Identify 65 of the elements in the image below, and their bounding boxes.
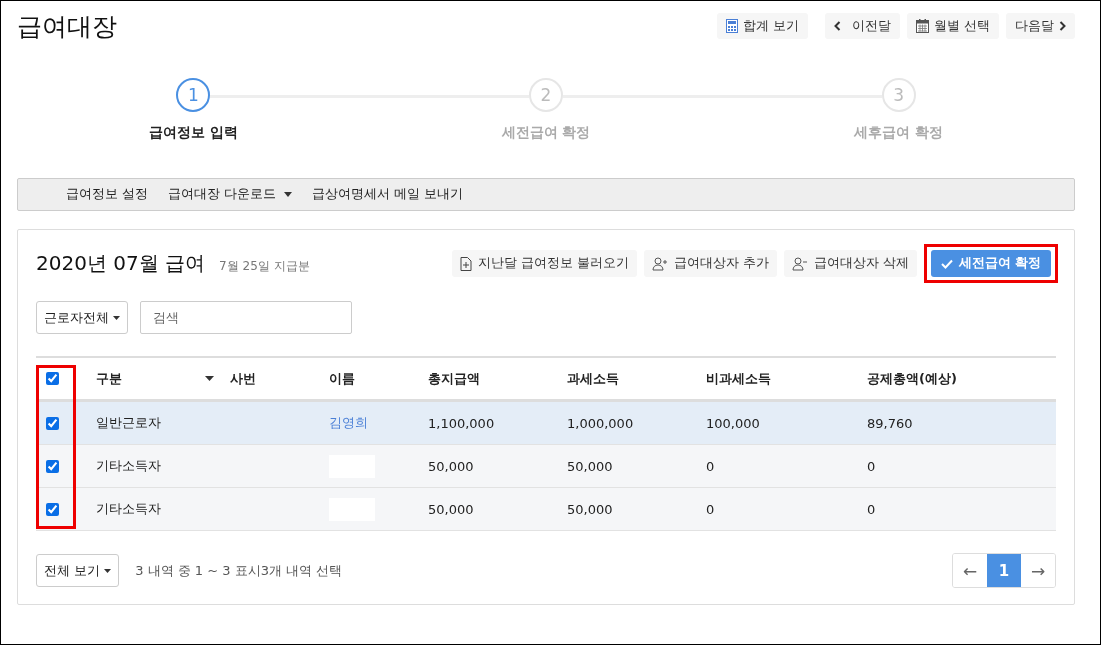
- table-row[interactable]: 기타소득자 50,000 50,000 0 0: [36, 488, 1056, 531]
- table-row[interactable]: 일반근로자 김영희 1,100,000 1,000,000 100,000 89,760: [36, 402, 1056, 445]
- table-cell: 100,000: [706, 415, 760, 431]
- table-row[interactable]: 기타소득자 50,000 50,000 0 0: [36, 445, 1056, 488]
- caret-icon[interactable]: [205, 376, 214, 381]
- table-cell: 50,000: [567, 458, 613, 474]
- header-button[interactable]: 월별 선택: [906, 13, 999, 39]
- row-checkbox[interactable]: [46, 416, 59, 430]
- view-dropdown[interactable]: 전체 보기: [36, 554, 120, 587]
- table-cell: 0: [867, 501, 876, 517]
- select-all-checkbox[interactable]: [46, 372, 59, 385]
- table-cell: 기타소득자: [96, 457, 161, 475]
- step-circle: 3: [881, 78, 916, 112]
- chevron-left-icon: [833, 21, 841, 31]
- caret-icon: [104, 568, 112, 573]
- column-header: 구분: [96, 369, 122, 388]
- table-cell: 50,000: [428, 458, 474, 474]
- record-summary: 3 내역 중 1 ~ 3 표시3개 내역 선택: [135, 561, 343, 580]
- calendar-icon: [915, 19, 929, 33]
- table-cell: 0: [706, 501, 715, 517]
- column-header: 공제총액(예상): [867, 369, 957, 388]
- table-cell: 기타소득자: [96, 500, 161, 518]
- column-header: 총지급액: [428, 369, 480, 388]
- step-circle: 2: [529, 78, 563, 112]
- column-header: 과세소득: [567, 369, 619, 388]
- toolbar-item[interactable]: 급여대장 다운로드: [160, 182, 300, 207]
- toolbar-item[interactable]: 급여정보 설정: [58, 182, 156, 207]
- search-field[interactable]: 검색: [140, 301, 352, 334]
- header-button[interactable]: 이전달: [824, 13, 900, 39]
- person-add-icon: [651, 256, 668, 271]
- step-label: 세후급여 확정: [854, 124, 944, 142]
- calculator-icon: [725, 19, 738, 33]
- column-header: 사번: [230, 369, 256, 388]
- worker-filter-dropdown[interactable]: 근로자전체: [36, 301, 128, 334]
- column-header: 비과세소득: [706, 369, 771, 388]
- employee-name-link[interactable]: 김영희: [329, 414, 368, 432]
- caret-icon: [283, 192, 292, 197]
- step-label: 세전급여 확정: [501, 124, 591, 142]
- table-cell: 50,000: [567, 501, 613, 517]
- toolbar-item[interactable]: 급상여명세서 메일 보내기: [303, 182, 471, 207]
- page-title: 급여대장: [17, 10, 117, 43]
- person-remove-icon: [791, 256, 808, 271]
- pay-date: 7월 25일 지급분: [219, 258, 310, 275]
- table-cell: 1,000,000: [567, 415, 634, 431]
- action-button[interactable]: 급여대상자 추가: [643, 250, 777, 277]
- check-icon: [940, 258, 953, 269]
- row-checkbox[interactable]: [46, 502, 59, 516]
- card-title: 2020년 07월 급여: [36, 250, 206, 277]
- table-cell: 0: [706, 458, 715, 474]
- header-button[interactable]: 합계 보기: [716, 13, 808, 39]
- table-cell: 89,760: [867, 415, 913, 431]
- action-button[interactable]: 급여대상자 삭제: [783, 250, 917, 277]
- document-icon: [459, 256, 472, 271]
- action-button[interactable]: 지난달 급여정보 불러오기: [451, 250, 637, 277]
- table-cell: 0: [867, 458, 876, 474]
- table-cell: 1,100,000: [428, 415, 495, 431]
- step-label: 급여정보 입력: [148, 124, 238, 142]
- header-button[interactable]: 다음달: [1006, 13, 1075, 39]
- caret-icon: [113, 315, 120, 320]
- column-header: 이름: [329, 369, 355, 388]
- row-checkbox[interactable]: [46, 459, 59, 473]
- chevron-right-icon: [1059, 21, 1066, 31]
- table-cell: 일반근로자: [96, 414, 161, 432]
- step-circle: 1: [176, 78, 211, 112]
- table-cell: 50,000: [428, 501, 474, 517]
